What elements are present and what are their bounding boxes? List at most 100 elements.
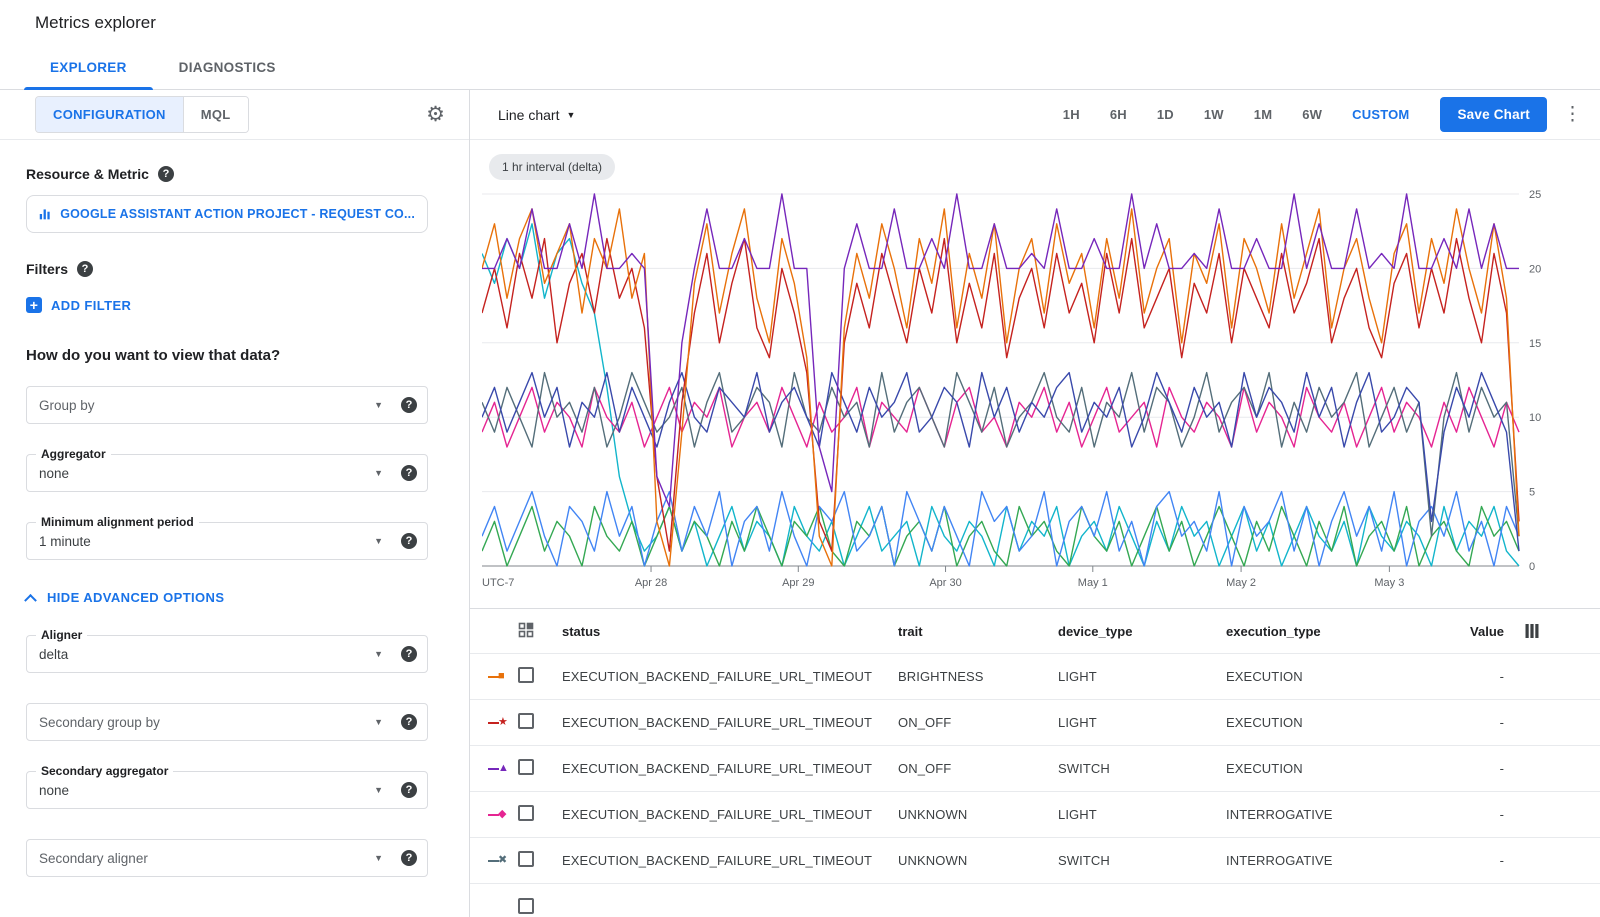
svg-text:0: 0 [1529,561,1535,573]
top-tab-bar: EXPLORER DIAGNOSTICS [0,46,1600,90]
help-icon[interactable] [401,465,417,481]
help-icon[interactable] [77,261,93,277]
chevron-down-icon: ▼ [374,853,383,863]
configuration-tab[interactable]: CONFIGURATION [36,97,183,132]
advanced-toggle-label: HIDE ADVANCED OPTIONS [47,590,224,605]
range-1w-button[interactable]: 1W [1189,101,1239,128]
interval-chip: 1 hr interval (delta) [489,154,615,180]
line-chart[interactable]: 0510152025UTC-7Apr 28Apr 29Apr 30May 1Ma… [482,184,1600,602]
row-checkbox[interactable] [518,713,534,729]
chevron-down-icon: ▼ [374,785,383,795]
legend-table-body: ■EXECUTION_BACKEND_FAILURE_URL_TIMEOUTBR… [470,653,1600,917]
range-1d-button[interactable]: 1D [1142,101,1189,128]
chart-type-label: Line chart [498,107,559,123]
chevron-down-icon: ▼ [374,717,383,727]
svg-text:May 3: May 3 [1374,577,1404,589]
secondary-group-by-select[interactable]: Secondary group by ▼ [26,703,428,741]
help-icon[interactable] [401,714,417,730]
tab-diagnostics[interactable]: DIAGNOSTICS [153,46,302,89]
column-header-device-type: device_type [1058,624,1226,639]
execution-type-cell: INTERROGATIVE [1226,853,1426,868]
secondary-aggregator-field-row: Secondary aggregator none ▼ [26,771,443,809]
hide-advanced-options-toggle[interactable]: HIDE ADVANCED OPTIONS [26,590,224,605]
filters-label: Filters [26,261,443,277]
secondary-aggregator-select[interactable]: Secondary aggregator none ▼ [26,771,428,809]
status-cell: EXECUTION_BACKEND_FAILURE_URL_TIMEOUT [562,807,898,822]
alignment-period-field-row: Minimum alignment period 1 minute ▼ [26,522,443,560]
resource-metric-label: Resource & Metric [26,166,443,182]
sidebar-body: Resource & Metric GOOGLE ASSISTANT ACTIO… [0,140,469,877]
gear-icon[interactable]: ⚙ [426,104,445,125]
help-icon[interactable] [401,850,417,866]
save-chart-button[interactable]: Save Chart [1440,97,1547,132]
range-1m-button[interactable]: 1M [1239,101,1287,128]
row-checkbox[interactable] [518,759,534,775]
help-icon[interactable] [401,397,417,413]
sidebar-header: CONFIGURATION MQL ⚙ [0,90,469,140]
help-icon[interactable] [401,646,417,662]
chevron-up-icon [24,594,37,607]
range-6h-button[interactable]: 6H [1095,101,1142,128]
legend-table-header: status trait device_type execution_type … [470,609,1600,653]
execution-type-cell: EXECUTION [1226,715,1426,730]
page-header: Metrics explorer [0,0,1600,46]
value-cell: - [1426,761,1504,776]
tab-explorer[interactable]: EXPLORER [24,46,153,89]
range-6w-button[interactable]: 6W [1287,101,1337,128]
group-by-field-row: Group by ▼ [26,386,443,424]
status-cell: EXECUTION_BACKEND_FAILURE_URL_TIMEOUT [562,715,898,730]
secondary-aligner-field-row: Secondary aligner ▼ [26,839,443,877]
row-checkbox[interactable] [518,898,534,914]
status-cell: EXECUTION_BACKEND_FAILURE_URL_TIMEOUT [562,669,898,684]
column-header-value: Value [1426,624,1504,639]
trait-cell: UNKNOWN [898,853,1058,868]
row-checkbox[interactable] [518,851,534,867]
table-row: ■EXECUTION_BACKEND_FAILURE_URL_TIMEOUTBR… [470,653,1600,699]
chart-panel: Line chart ▼ 1H 6H 1D 1W 1M 6W CUSTOM Sa… [470,90,1600,917]
trait-cell: UNKNOWN [898,807,1058,822]
row-checkbox[interactable] [518,667,534,683]
svg-text:5: 5 [1529,487,1535,499]
edit-columns-icon[interactable] [1524,623,1540,639]
chart-type-dropdown[interactable]: Line chart ▼ [498,107,575,123]
help-icon[interactable] [158,166,174,182]
group-by-select[interactable]: Group by ▼ [26,386,428,424]
mode-toggle-group: CONFIGURATION MQL [35,96,249,133]
status-cell: EXECUTION_BACKEND_FAILURE_URL_TIMEOUT [562,761,898,776]
value-cell: - [1426,669,1504,684]
mql-tab[interactable]: MQL [183,97,248,132]
trait-cell: ON_OFF [898,715,1058,730]
secondary-aligner-select[interactable]: Secondary aligner ▼ [26,839,428,877]
column-header-trait: trait [898,624,1058,639]
device-type-cell: LIGHT [1058,669,1226,684]
aligner-field-row: Aligner delta ▼ [26,635,443,673]
chevron-down-icon: ▼ [374,649,383,659]
column-header-execution-type: execution_type [1226,624,1426,639]
aligner-select[interactable]: Aligner delta ▼ [26,635,428,673]
svg-text:10: 10 [1529,412,1541,424]
add-box-icon: + [26,297,42,313]
table-row: ★EXECUTION_BACKEND_FAILURE_URL_TIMEOUTON… [470,699,1600,745]
svg-text:25: 25 [1529,189,1541,201]
aggregator-select[interactable]: Aggregator none ▼ [26,454,428,492]
metric-selector-button[interactable]: GOOGLE ASSISTANT ACTION PROJECT - REQUES… [26,195,428,233]
legend-grid-icon[interactable] [518,622,534,638]
line-chart-svg[interactable]: 0510152025UTC-7Apr 28Apr 29Apr 30May 1Ma… [482,184,1567,599]
range-1h-button[interactable]: 1H [1048,101,1095,128]
more-options-icon[interactable]: ⋮ [1563,105,1582,124]
row-checkbox[interactable] [518,805,534,821]
series-marker-icon: ◆ [488,809,518,820]
add-filter-button[interactable]: + ADD FILTER [26,297,131,313]
value-cell: - [1426,853,1504,868]
legend-table: status trait device_type execution_type … [470,608,1600,917]
help-icon[interactable] [401,533,417,549]
execution-type-cell: EXECUTION [1226,761,1426,776]
range-custom-button[interactable]: CUSTOM [1337,101,1424,128]
alignment-period-select[interactable]: Minimum alignment period 1 minute ▼ [26,522,428,560]
device-type-cell: LIGHT [1058,715,1226,730]
help-icon[interactable] [401,782,417,798]
device-type-cell: SWITCH [1058,761,1226,776]
chevron-down-icon: ▼ [374,468,383,478]
metric-selector-label: GOOGLE ASSISTANT ACTION PROJECT - REQUES… [60,207,415,221]
device-type-cell: LIGHT [1058,807,1226,822]
